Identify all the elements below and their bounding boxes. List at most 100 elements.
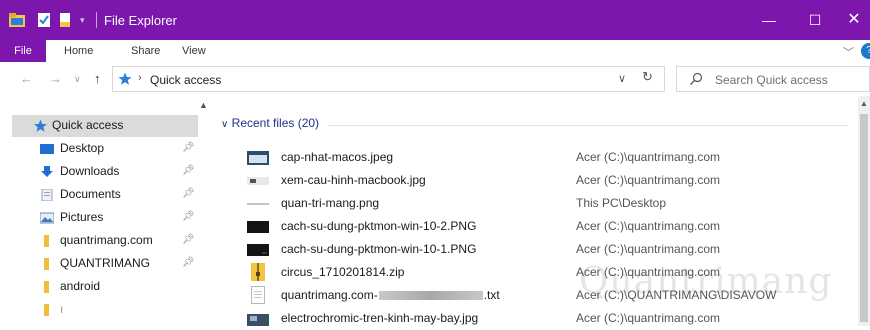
minimize-button[interactable]: — — [746, 0, 792, 40]
sidebar-item-android[interactable]: android — [12, 276, 198, 298]
address-dropdown-chevron-icon[interactable]: ∨ — [618, 72, 626, 85]
text-file-icon — [251, 286, 265, 304]
file-row[interactable]: xem-cau-hinh-macbook.jpg Acer (C:)\quant… — [213, 169, 858, 192]
window-title: File Explorer — [104, 13, 177, 28]
vertical-scrollbar[interactable]: ▲ — [858, 96, 870, 326]
navigation-pane: ▲ Quick access Desktop 📌︎ Downloads 📌︎ D… — [0, 96, 214, 326]
file-row[interactable]: cap-nhat-macos.jpeg Acer (C:)\quantriman… — [213, 146, 858, 169]
pin-icon[interactable]: 📌︎ — [182, 142, 195, 153]
sidebar-item-label: Pictures — [60, 210, 104, 224]
file-name: xem-cau-hinh-macbook.jpg — [281, 173, 426, 187]
sidebar-item-quantrimang-com[interactable]: quantrimang.com 📌︎ — [12, 230, 198, 252]
file-row[interactable]: quantrimang.com- .txt Acer (C:)\QUANTRIMA… — [213, 284, 858, 307]
file-name: electrochromic-tren-kinh-may-bay.jpg — [281, 311, 479, 325]
file-location: This PC\Desktop — [576, 196, 667, 210]
quick-access-dropdown-icon[interactable]: ▾ — [80, 12, 90, 28]
breadcrumb-location[interactable]: Quick access — [150, 73, 221, 87]
sidebar-item-downloads[interactable]: Downloads 📌︎ — [12, 161, 198, 183]
search-input[interactable]: Search Quick access — [676, 66, 870, 92]
file-location: Acer (C:)\quantrimang.com — [576, 219, 721, 233]
redacted-text — [378, 291, 483, 301]
forward-arrow-icon[interactable]: → — [49, 70, 62, 88]
expand-ribbon-chevron-icon[interactable]: ﹀ — [843, 44, 857, 59]
sidebar-item-label: Documents — [60, 187, 121, 201]
group-title: Recent files (20) — [231, 116, 320, 130]
file-location: Acer (C:)\QUANTRIMANG\DISAVOW — [576, 288, 777, 302]
sidebar-item-label: quantrimang.com — [60, 233, 153, 247]
picture-icon — [40, 212, 54, 224]
file-name: quantrimang.com- .txt — [281, 288, 500, 302]
pin-icon[interactable]: 📌︎ — [182, 211, 195, 222]
sidebar-item-label: QUANTRIMANG — [60, 256, 150, 270]
download-icon — [41, 166, 53, 177]
image-thumb-icon — [247, 151, 269, 165]
sidebar-item-label: Quick access — [52, 118, 124, 132]
chevron-down-icon[interactable]: ∨ — [221, 119, 228, 130]
folder-icon — [44, 235, 49, 247]
address-row: ← → ∨ ↑ › Quick access ∨ ↻ Search Quick … — [0, 62, 870, 96]
folder-icon — [44, 304, 49, 316]
image-thumb-icon — [247, 314, 269, 326]
nav-scroll-up-icon[interactable]: ▲ — [199, 100, 208, 110]
tab-view[interactable]: View — [182, 40, 206, 62]
file-row[interactable]: circus_1710201814.zip Acer (C:)\quantrim… — [213, 261, 858, 284]
file-location: Acer (C:)\quantrimang.com — [576, 311, 721, 325]
search-placeholder: Search Quick access — [715, 73, 828, 87]
group-divider — [328, 125, 848, 126]
file-row[interactable]: quan-tri-mang.png This PC\Desktop — [213, 192, 858, 215]
zip-icon — [251, 263, 265, 281]
file-name: quan-tri-mang.png — [281, 196, 380, 210]
document-icon — [41, 189, 53, 201]
file-location: Acer (C:)\quantrimang.com — [576, 150, 721, 164]
image-thumb-icon — [247, 221, 269, 233]
desktop-icon — [40, 144, 54, 154]
sidebar-item-label: Downloads — [60, 164, 120, 178]
file-row[interactable]: cach-su-dung-pktmon-win-10-1.PNG Acer (C… — [213, 238, 858, 261]
sidebar-item-documents[interactable]: Documents 📌︎ — [12, 184, 198, 206]
tab-share[interactable]: Share — [131, 40, 160, 62]
pin-icon[interactable]: 📌︎ — [182, 234, 195, 245]
title-bar: ▾ File Explorer — ☐ ✕ — [0, 0, 870, 40]
file-name-end: .txt — [483, 288, 500, 302]
pin-icon[interactable]: 📌︎ — [182, 165, 195, 176]
image-thumb-icon — [247, 203, 269, 205]
sidebar-item-folder[interactable]: ı — [12, 299, 198, 321]
close-button[interactable]: ✕ — [838, 0, 870, 40]
pin-icon[interactable]: 📌︎ — [182, 188, 195, 199]
breadcrumb-chevron-icon[interactable]: › — [138, 72, 142, 84]
address-bar[interactable]: › Quick access ∨ — [112, 66, 665, 92]
scroll-up-icon[interactable]: ▲ — [860, 99, 868, 108]
pin-icon[interactable]: 📌︎ — [182, 257, 195, 268]
sidebar-item-label: android — [60, 279, 101, 293]
file-name: cach-su-dung-pktmon-win-10-2.PNG — [281, 219, 477, 233]
file-name-start: quantrimang.com- — [281, 288, 378, 302]
file-name: cach-su-dung-pktmon-win-10-1.PNG — [281, 242, 477, 256]
sidebar-item-quick-access[interactable]: Quick access — [12, 115, 198, 137]
sidebar-item-desktop[interactable]: Desktop 📌︎ — [12, 138, 198, 160]
folder-icon — [44, 281, 49, 293]
file-row[interactable]: electrochromic-tren-kinh-may-bay.jpg Ace… — [213, 307, 858, 330]
sidebar-item-label: ı — [60, 302, 64, 316]
file-name: circus_1710201814.zip — [281, 265, 405, 279]
refresh-icon[interactable]: ↻ — [642, 69, 653, 85]
folder-icon[interactable] — [8, 12, 26, 28]
sidebar-item-label: Desktop — [60, 141, 105, 155]
sidebar-item-pictures[interactable]: Pictures 📌︎ — [12, 207, 198, 229]
new-folder-icon[interactable] — [59, 12, 71, 28]
title-separator — [96, 12, 97, 28]
sidebar-item-quantrimang[interactable]: QUANTRIMANG 📌︎ — [12, 253, 198, 275]
tab-file[interactable]: File — [0, 40, 46, 62]
properties-icon[interactable] — [37, 12, 51, 28]
file-location: Acer (C:)\quantrimang.com — [576, 265, 721, 279]
search-icon — [690, 72, 703, 85]
file-row[interactable]: cach-su-dung-pktmon-win-10-2.PNG Acer (C… — [213, 215, 858, 238]
scrollbar-thumb[interactable] — [860, 114, 868, 322]
recent-files-group-header[interactable]: ∨ Recent files (20) — [221, 116, 319, 130]
up-arrow-icon[interactable]: ↑ — [94, 70, 101, 88]
star-icon — [34, 119, 47, 132]
recent-locations-chevron-icon[interactable]: ∨ — [74, 70, 81, 88]
back-arrow-icon[interactable]: ← — [20, 70, 33, 88]
tab-home[interactable]: Home — [64, 40, 93, 62]
help-button[interactable]: ? — [861, 43, 870, 59]
maximize-button[interactable]: ☐ — [792, 0, 838, 40]
